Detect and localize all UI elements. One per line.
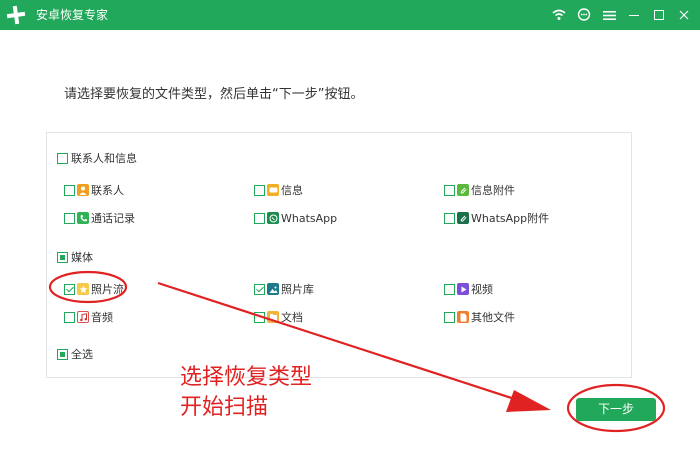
whatsapp-icon xyxy=(267,212,279,224)
contacts-group-label: 联系人和信息 xyxy=(71,152,137,165)
messages-label: 信息 xyxy=(281,184,303,197)
close-icon[interactable] xyxy=(676,7,692,23)
whatsapp-label: WhatsApp xyxy=(281,212,338,225)
contacts-icon xyxy=(77,184,89,196)
audio-label: 音频 xyxy=(91,311,113,324)
photo-library-icon xyxy=(267,283,279,295)
contacts-label: 联系人 xyxy=(91,184,124,197)
document-icon xyxy=(267,311,279,323)
call-log-label: 通话记录 xyxy=(91,212,135,225)
messages-checkbox[interactable] xyxy=(254,185,265,196)
select-all-checkbox[interactable] xyxy=(57,349,68,360)
video-checkbox[interactable] xyxy=(444,284,455,295)
message-attachment-checkbox[interactable] xyxy=(444,185,455,196)
whatsapp-attachment-icon xyxy=(457,212,469,224)
maximize-icon[interactable] xyxy=(651,7,667,23)
photo-library-checkbox[interactable] xyxy=(254,284,265,295)
audio-checkbox[interactable] xyxy=(64,312,75,323)
other-files-label: 其他文件 xyxy=(471,311,515,324)
photo-library-label: 照片库 xyxy=(281,283,314,296)
document-label: 文档 xyxy=(281,311,303,324)
photo-stream-icon xyxy=(77,283,89,295)
call-log-checkbox[interactable] xyxy=(64,213,75,224)
whatsapp-attachment-checkbox[interactable] xyxy=(444,213,455,224)
call-log-icon xyxy=(77,212,89,224)
window-controls xyxy=(551,6,692,24)
audio-icon xyxy=(77,311,89,323)
menu-icon[interactable] xyxy=(601,7,617,23)
minimize-icon[interactable] xyxy=(626,7,642,23)
media-group-label: 媒体 xyxy=(71,251,93,264)
photo-stream-label: 照片流 xyxy=(91,283,124,296)
chat-icon[interactable] xyxy=(576,7,592,23)
message-attachment-label: 信息附件 xyxy=(471,184,515,197)
message-attachment-icon xyxy=(457,184,469,196)
whatsapp-checkbox[interactable] xyxy=(254,213,265,224)
document-checkbox[interactable] xyxy=(254,312,265,323)
app-logo-icon xyxy=(6,5,26,25)
file-type-panel xyxy=(46,132,632,378)
contacts-group-checkbox[interactable] xyxy=(57,153,68,164)
next-button[interactable]: 下一步 xyxy=(576,398,656,421)
video-label: 视频 xyxy=(471,283,493,296)
messages-icon xyxy=(267,184,279,196)
select-all-label: 全选 xyxy=(71,348,93,361)
contacts-checkbox[interactable] xyxy=(64,185,75,196)
other-files-checkbox[interactable] xyxy=(444,312,455,323)
wifi-icon[interactable] xyxy=(551,7,567,23)
whatsapp-attachment-label: WhatsApp附件 xyxy=(471,212,550,225)
photo-stream-checkbox[interactable] xyxy=(64,284,75,295)
media-group-checkbox[interactable] xyxy=(57,252,68,263)
app-title: 安卓恢复专家 xyxy=(36,8,109,22)
instruction-text: 请选择要恢复的文件类型，然后单击“下一步”按钮。 xyxy=(64,87,364,102)
annotation-line-2: 开始扫描 xyxy=(180,395,269,420)
title-bar: 安卓恢复专家 xyxy=(0,0,700,30)
video-icon xyxy=(457,283,469,295)
other-files-icon xyxy=(457,311,469,323)
annotation-arrow-head xyxy=(506,390,551,412)
annotation-line-1: 选择恢复类型 xyxy=(180,365,313,390)
